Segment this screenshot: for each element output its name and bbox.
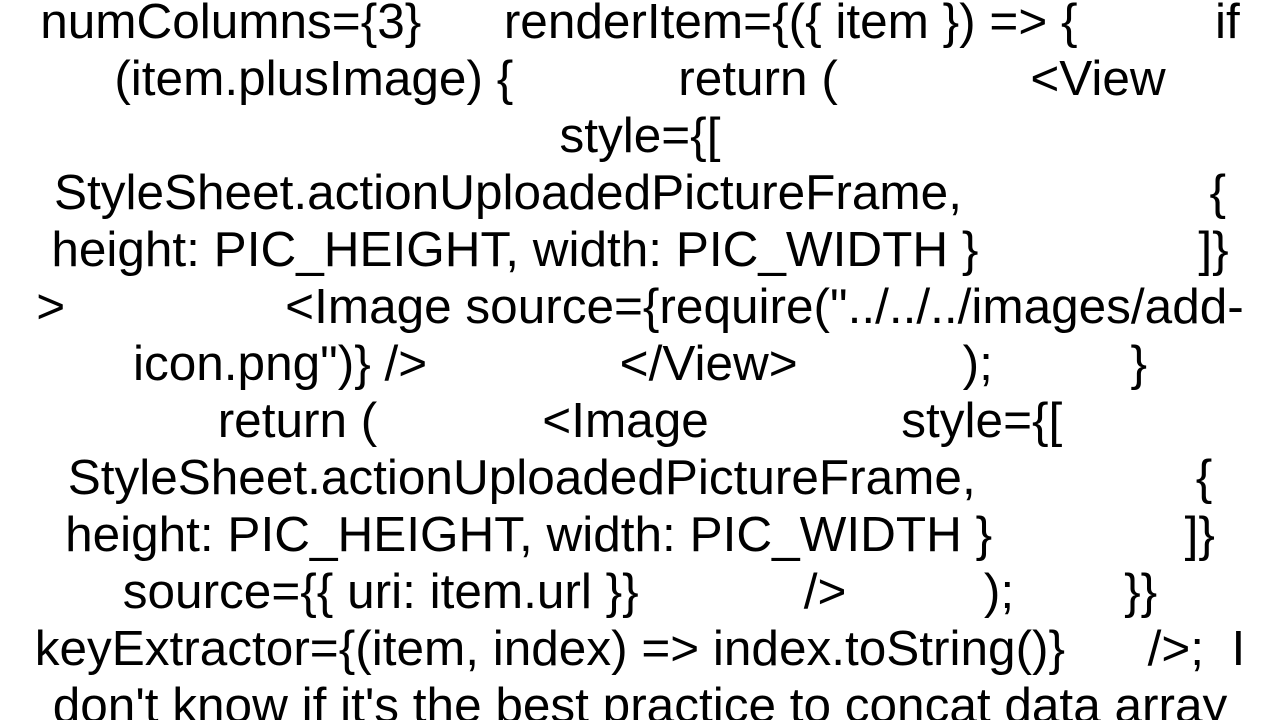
code-text-block: numColumns={3} renderItem={({ item }) =>… — [28, 0, 1252, 720]
page-content: numColumns={3} renderItem={({ item }) =>… — [0, 0, 1280, 720]
